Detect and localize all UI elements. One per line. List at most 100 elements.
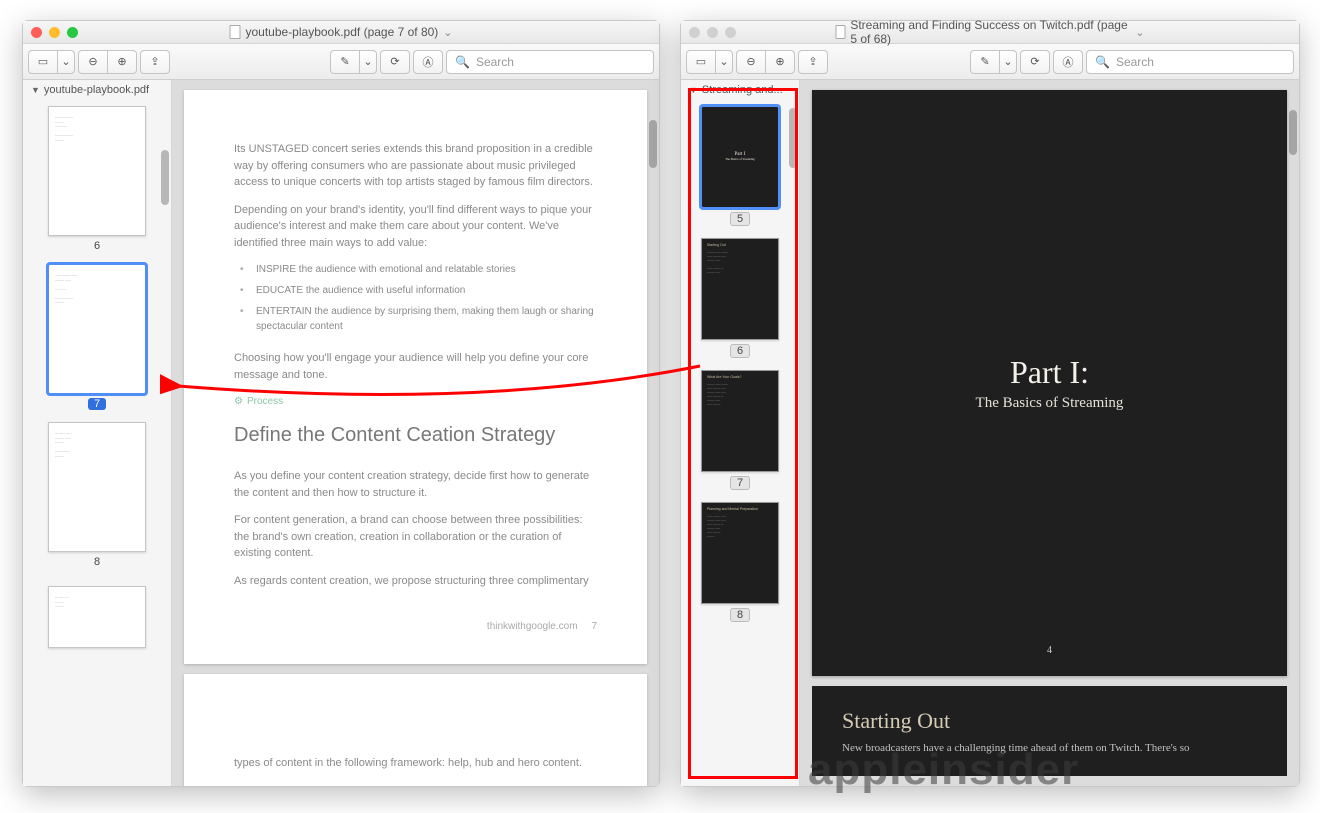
- page-label: 6: [730, 344, 750, 358]
- zoom-button[interactable]: [67, 27, 78, 38]
- thumbnail-page-8[interactable]: — —— ————— ————————————— 8: [48, 422, 146, 568]
- close-button[interactable]: [31, 27, 42, 38]
- watermark: appleinsider: [808, 745, 1079, 795]
- chevron-down-icon[interactable]: ⌄: [443, 26, 452, 39]
- paragraph: Choosing how you'll engage your audience…: [234, 350, 597, 383]
- zoom-in-button[interactable]: ⊕: [765, 50, 795, 74]
- page-label: 7: [730, 476, 750, 490]
- view-mode-button[interactable]: ▭: [28, 50, 58, 74]
- traffic-lights: [31, 27, 78, 38]
- list-item: EDUCATE the audience with useful informa…: [246, 283, 597, 298]
- share-button[interactable]: ⇪: [140, 50, 170, 74]
- page-number: 4: [1047, 645, 1052, 656]
- process-label: Process: [247, 394, 283, 409]
- chevron-down-icon[interactable]: ⌄: [1135, 26, 1144, 39]
- highlight-button[interactable]: ✎: [970, 50, 1000, 74]
- part-heading: Part I:: [1010, 354, 1089, 391]
- minimize-button[interactable]: [707, 27, 718, 38]
- thumbnail-page-6[interactable]: —————————————————————— 6: [48, 106, 146, 252]
- titlebar: youtube-playbook.pdf (page 7 of 80) ⌄: [23, 21, 659, 44]
- page-7: Its UNSTAGED concert series extends this…: [184, 90, 647, 664]
- zoom-out-button[interactable]: ⊖: [78, 50, 108, 74]
- page-label: 6: [88, 240, 106, 252]
- document-icon: [836, 25, 846, 39]
- scrollbar-thumb[interactable]: [1289, 110, 1297, 155]
- sidebar-filename: Streaming and...: [702, 84, 783, 96]
- thumbnail-sidebar[interactable]: ▼ Streaming and... Part IThe Basics of S…: [681, 80, 800, 786]
- list-item: INSPIRE the audience with emotional and …: [246, 262, 597, 277]
- paragraph: Its UNSTAGED concert series extends this…: [234, 141, 597, 191]
- markup-group: ✎ ⌄: [330, 50, 377, 74]
- thumbnails: Part IThe Basics of Streaming 5 Starting…: [681, 100, 799, 786]
- page-5: Part I: The Basics of Streaming 4: [812, 90, 1287, 676]
- document-icon: [229, 25, 240, 39]
- page-label: 5: [730, 212, 750, 226]
- zoom-group: ⊖ ⊕: [78, 50, 137, 74]
- footer-pagenum: 7: [591, 621, 597, 632]
- scrollbar-thumb[interactable]: [161, 150, 169, 205]
- body-area: ▼ Streaming and... Part IThe Basics of S…: [681, 80, 1299, 786]
- zoom-button[interactable]: [725, 27, 736, 38]
- zoom-group: ⊖ ⊕: [736, 50, 795, 74]
- list-item: ENTERTAIN the audience by surprising the…: [246, 304, 597, 334]
- disclosure-triangle-icon[interactable]: ▼: [31, 85, 40, 95]
- disclosure-triangle-icon[interactable]: ▼: [689, 85, 698, 95]
- view-mode-dropdown[interactable]: ⌄: [57, 50, 75, 74]
- title-label: Streaming and Finding Success on Twitch.…: [850, 18, 1130, 46]
- gear-icon: ⚙: [234, 394, 243, 409]
- search-placeholder: Search: [476, 55, 514, 69]
- search-field[interactable]: 🔍 Search: [446, 50, 654, 74]
- paragraph: For content generation, a brand can choo…: [234, 512, 597, 562]
- page-label: 8: [88, 556, 106, 568]
- thumbnail-page-5[interactable]: Part IThe Basics of Streaming 5: [701, 106, 779, 226]
- section-heading: Define the Content Ceation Strategy: [234, 423, 597, 448]
- markup-toolbar-button[interactable]: Ⓐ: [413, 50, 443, 74]
- zoom-out-button[interactable]: ⊖: [736, 50, 766, 74]
- sidebar-header[interactable]: ▼ youtube-playbook.pdf: [23, 80, 171, 100]
- minimize-button[interactable]: [49, 27, 60, 38]
- footer-text: thinkwithgoogle.com: [487, 621, 578, 632]
- share-button[interactable]: ⇪: [798, 50, 828, 74]
- thumbnail-page-8[interactable]: Planning and Mental Preparation—— ——— ——…: [701, 502, 779, 622]
- thumbnail-page-9[interactable]: — —— ———————: [48, 586, 146, 648]
- toolbar: ▭ ⌄ ⊖ ⊕ ⇪ ✎ ⌄ ⟳ Ⓐ 🔍 Search: [23, 44, 659, 80]
- rotate-button[interactable]: ⟳: [1020, 50, 1050, 74]
- document-view[interactable]: Its UNSTAGED concert series extends this…: [172, 80, 659, 786]
- search-icon: 🔍: [455, 55, 470, 69]
- process-tag: ⚙ Process: [234, 394, 597, 409]
- thumbnails: —————————————————————— 6 —— ——— ————— ——…: [23, 100, 171, 786]
- view-mode-button[interactable]: ▭: [686, 50, 716, 74]
- highlight-dropdown[interactable]: ⌄: [359, 50, 377, 74]
- view-mode-group: ▭ ⌄: [686, 50, 733, 74]
- scrollbar-thumb[interactable]: [789, 108, 797, 168]
- thumbnail-sidebar[interactable]: ▼ youtube-playbook.pdf —————————————————…: [23, 80, 172, 786]
- paragraph: As regards content creation, we propose …: [234, 573, 597, 590]
- paragraph: types of content in the following framew…: [234, 755, 597, 772]
- part-subtitle: The Basics of Streaming: [976, 395, 1124, 412]
- page-label: 8: [730, 608, 750, 622]
- rotate-button[interactable]: ⟳: [380, 50, 410, 74]
- highlight-button[interactable]: ✎: [330, 50, 360, 74]
- paragraph: Depending on your brand's identity, you'…: [234, 202, 597, 252]
- thumbnail-page-6[interactable]: Starting Out——— —— ————— ——— ————— ———— …: [701, 238, 779, 358]
- bullet-list: INSPIRE the audience with emotional and …: [234, 262, 597, 334]
- section-heading: Starting Out: [842, 708, 1257, 734]
- search-field[interactable]: 🔍 Search: [1086, 50, 1294, 74]
- preview-window-right: Streaming and Finding Success on Twitch.…: [680, 20, 1300, 787]
- preview-window-left: youtube-playbook.pdf (page 7 of 80) ⌄ ▭ …: [22, 20, 660, 787]
- close-button[interactable]: [689, 27, 700, 38]
- sidebar-filename: youtube-playbook.pdf: [44, 84, 149, 96]
- page-footer: thinkwithgoogle.com 7: [234, 619, 597, 634]
- scrollbar-thumb[interactable]: [649, 120, 657, 168]
- document-view[interactable]: Part I: The Basics of Streaming 4 Starti…: [800, 80, 1299, 786]
- view-mode-group: ▭ ⌄: [28, 50, 75, 74]
- thumbnail-page-7[interactable]: What Are Your Goals?——— —— ————— ——— ———…: [701, 370, 779, 490]
- view-mode-dropdown[interactable]: ⌄: [715, 50, 733, 74]
- zoom-in-button[interactable]: ⊕: [107, 50, 137, 74]
- highlight-dropdown[interactable]: ⌄: [999, 50, 1017, 74]
- search-icon: 🔍: [1095, 55, 1110, 69]
- thumbnail-page-7[interactable]: —— ——— ————— ——— — —————————— 7: [48, 264, 146, 410]
- window-title: youtube-playbook.pdf (page 7 of 80) ⌄: [229, 25, 452, 39]
- sidebar-header[interactable]: ▼ Streaming and...: [681, 80, 799, 100]
- markup-toolbar-button[interactable]: Ⓐ: [1053, 50, 1083, 74]
